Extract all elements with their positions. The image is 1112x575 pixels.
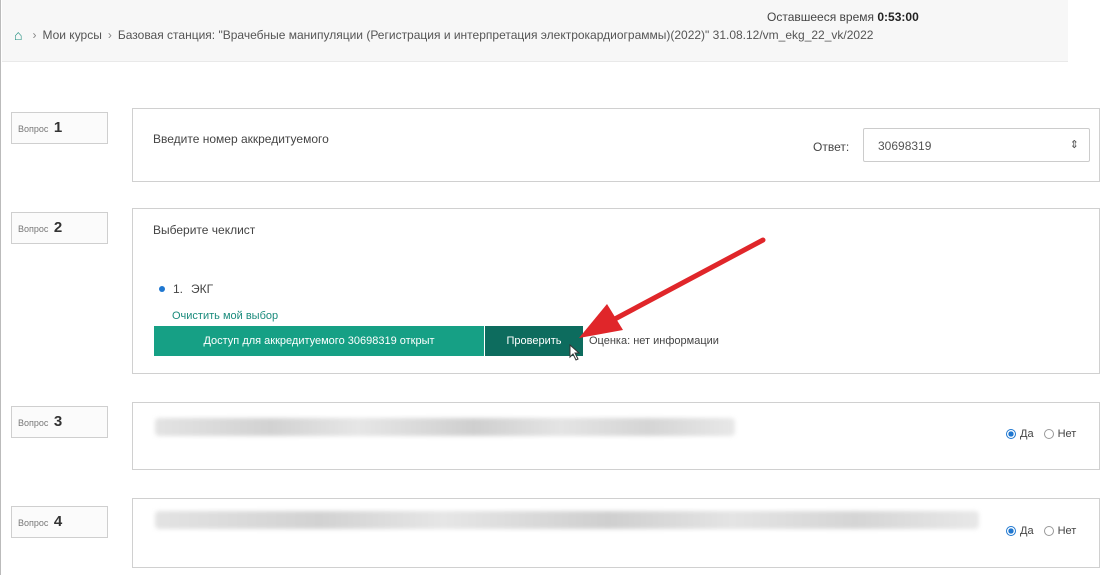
- question-number: 1: [53, 119, 63, 136]
- grade-status: Оценка: нет информации: [589, 335, 719, 347]
- question-3: Да Нет: [132, 402, 1100, 470]
- question-label: Вопрос: [18, 124, 49, 134]
- question-4: Да Нет: [132, 498, 1100, 568]
- yes-label[interactable]: Да: [1020, 428, 1034, 440]
- yes-no-choice: Да Нет: [1006, 428, 1086, 440]
- question-info-2: Вопрос 2: [11, 212, 108, 244]
- question-2: Выберите чеклист 1. ЭКГ Очистить мой выб…: [132, 208, 1100, 374]
- no-label[interactable]: Нет: [1058, 428, 1077, 440]
- breadcrumb-my-courses[interactable]: Мои курсы: [42, 28, 101, 42]
- clear-choice-link[interactable]: Очистить мой выбор: [172, 310, 278, 322]
- question-number: 4: [53, 513, 63, 530]
- breadcrumb-bar: Оставшееся время 0:53:00 ⌂ › Мои курсы ›…: [2, 0, 1068, 62]
- time-remaining-value: 0:53:00: [877, 10, 919, 24]
- radio-no-icon[interactable]: [1043, 429, 1054, 439]
- question-info-4: Вопрос 4: [11, 506, 108, 538]
- breadcrumb-separator-icon: ›: [32, 28, 37, 42]
- question-text: Выберите чеклист: [153, 223, 256, 237]
- radio-yes-icon[interactable]: [1006, 526, 1016, 536]
- time-remaining-label: Оставшееся время: [767, 10, 875, 24]
- breadcrumb: ⌂ › Мои курсы › Базовая станция: "Врачеб…: [14, 27, 873, 43]
- answer-select-value: 30698319: [878, 139, 932, 153]
- breadcrumb-course[interactable]: Базовая станция: "Врачебные манипуляции …: [118, 28, 874, 42]
- blurred-question-text: [155, 511, 979, 529]
- radio-yes-icon[interactable]: [1006, 429, 1016, 439]
- question-label: Вопрос: [18, 518, 49, 528]
- option-text: ЭКГ: [191, 282, 214, 296]
- question-number: 3: [53, 413, 63, 430]
- question-info-3: Вопрос 3: [11, 406, 108, 438]
- radio-no-icon[interactable]: [1043, 526, 1054, 536]
- mouse-pointer-icon: [569, 344, 581, 361]
- question-label: Вопрос: [18, 224, 49, 234]
- blurred-question-text: [155, 418, 735, 436]
- question-text: Введите номер аккредитуемого: [153, 132, 329, 146]
- yes-label[interactable]: Да: [1020, 525, 1034, 537]
- home-icon[interactable]: ⌂: [14, 27, 22, 43]
- page-frame: Оставшееся время 0:53:00 ⌂ › Мои курсы ›…: [0, 0, 1112, 575]
- answer-label: Ответ:: [813, 140, 850, 154]
- answer-select[interactable]: 30698319 ⇕: [863, 128, 1090, 162]
- time-remaining: Оставшееся время 0:53:00: [767, 10, 919, 24]
- question-label: Вопрос: [18, 418, 49, 428]
- question-info-1: Вопрос 1: [11, 112, 108, 144]
- checklist-option[interactable]: 1. ЭКГ: [159, 282, 213, 296]
- select-caret-icon: ⇕: [1069, 139, 1079, 151]
- option-number: 1.: [173, 282, 184, 296]
- no-label[interactable]: Нет: [1058, 525, 1077, 537]
- question-number: 2: [53, 219, 63, 236]
- access-open-button[interactable]: Доступ для аккредитуемого 30698319 откры…: [154, 326, 484, 356]
- yes-no-choice: Да Нет: [1006, 525, 1086, 537]
- radio-selected-icon[interactable]: [159, 286, 165, 292]
- question-1: Введите номер аккредитуемого Ответ: 3069…: [132, 108, 1100, 182]
- breadcrumb-separator-icon: ›: [107, 28, 112, 42]
